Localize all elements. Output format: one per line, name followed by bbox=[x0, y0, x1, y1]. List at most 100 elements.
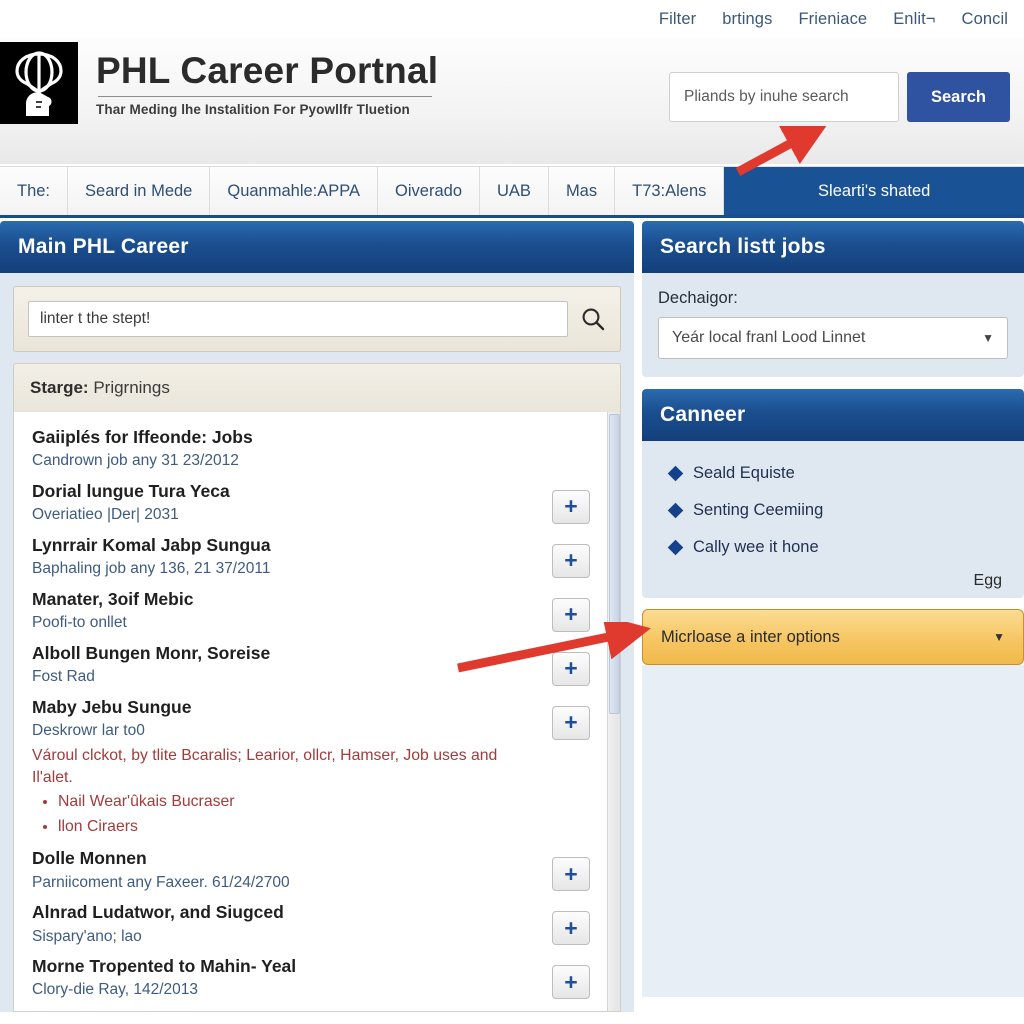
add-job-button[interactable]: + bbox=[552, 911, 590, 946]
career-list: Seald Equiste Senting Ceemiing Cally wee… bbox=[660, 451, 1006, 566]
job-warning-text: Vároul clckot, by tlite Bcaralis; Leario… bbox=[32, 746, 498, 786]
job-list-scrollbar[interactable] bbox=[607, 412, 620, 1011]
job-meta: Overiatieo |Der| 2031 bbox=[32, 506, 179, 524]
content-area: Main PHL Career linter t the stept! Star… bbox=[0, 221, 1024, 1024]
job-row[interactable]: Dehup Job Suingle Friontics Reconsortbo'… bbox=[32, 1009, 602, 1011]
career-note: Egg bbox=[973, 572, 1002, 589]
brand-block: PHL Career Portnal Thar Meding lhe Insta… bbox=[96, 50, 596, 117]
utility-nav: Filter brtings Frieniace Enlit¬ Concil bbox=[0, 0, 1024, 38]
add-job-button[interactable]: + bbox=[552, 597, 590, 632]
inter-options-select[interactable]: Micrloase a inter options ▼ bbox=[642, 609, 1024, 665]
right-column: Search listt jobs Dechaigor: Yeár local … bbox=[642, 221, 1024, 1024]
career-list-item[interactable]: Senting Ceemiing bbox=[660, 492, 1006, 529]
job-row[interactable]: Dolle Monnen Parniicoment any Faxeer. 61… bbox=[32, 847, 602, 893]
career-panel-body: Seald Equiste Senting Ceemiing Cally wee… bbox=[642, 441, 1024, 598]
header-search-group: Pliands by inuhe search Search bbox=[669, 72, 1010, 122]
search-icon[interactable] bbox=[580, 306, 606, 332]
tab-7-active[interactable]: Slearti's shated bbox=[724, 167, 1024, 215]
job-row[interactable]: Alnrad Ludatwor, and Siugced Sispary'ano… bbox=[32, 901, 602, 947]
tab-3[interactable]: Oiverado bbox=[378, 167, 480, 215]
utility-link-1[interactable]: brtings bbox=[722, 10, 772, 29]
header-search-input[interactable]: Pliands by inuhe search bbox=[669, 72, 899, 122]
dechaigor-label: Dechaigor: bbox=[658, 289, 738, 307]
utility-link-4[interactable]: Concil bbox=[962, 10, 1008, 29]
dechaigor-select[interactable]: Yeár local franl Lood Linnet ▼ bbox=[658, 317, 1008, 359]
tab-6[interactable]: T73:Alens bbox=[615, 167, 725, 215]
job-warning-item: Nail Wear'ûkais Bucraser bbox=[58, 790, 538, 814]
job-title: Maby Jebu Sungue bbox=[32, 696, 192, 717]
career-item-label: Seald Equiste bbox=[693, 464, 795, 482]
diamond-bullet-icon bbox=[667, 539, 684, 556]
balloon-head-logo-icon bbox=[0, 42, 78, 124]
utility-link-0[interactable]: Filter bbox=[659, 10, 696, 29]
job-title: Morne Tropented to Mahin- Yeal bbox=[32, 956, 297, 977]
job-title: Dorial lungue Tura Yeca bbox=[32, 480, 230, 501]
brand-subtitle: Thar Meding lhe Instalition For Pyowllfr… bbox=[96, 102, 410, 118]
add-job-button[interactable]: + bbox=[552, 543, 590, 578]
job-title: Gaiiplés for Iffeonde: Jobs bbox=[32, 427, 253, 447]
job-title: Lynrrair Komal Jabp Sungua bbox=[32, 534, 271, 555]
career-item-label: Cally wee it hone bbox=[693, 538, 819, 556]
job-row[interactable]: Dorial lungue Tura Yeca Overiatieo |Der|… bbox=[32, 480, 602, 526]
chevron-down-icon: ▼ bbox=[993, 630, 1005, 644]
utility-link-2[interactable]: Frieniace bbox=[798, 10, 867, 29]
left-search-input[interactable]: linter t the stept! bbox=[28, 301, 568, 337]
add-job-button[interactable]: + bbox=[552, 705, 590, 740]
job-row[interactable]: Morne Tropented to Mahin- Yeal Clory-die… bbox=[32, 955, 602, 1001]
add-job-button[interactable]: + bbox=[552, 651, 590, 686]
career-item-label: Senting Ceemiing bbox=[693, 501, 824, 519]
tab-4[interactable]: UAB bbox=[480, 167, 549, 215]
job-title: Dolle Monnen bbox=[32, 848, 147, 869]
left-search-box: linter t the stept! bbox=[13, 286, 621, 352]
job-list-scrollbar-thumb[interactable] bbox=[609, 414, 620, 714]
job-row[interactable]: Gaiiplés for Iffeonde: Jobs Candrown job… bbox=[32, 426, 602, 472]
job-row[interactable]: Maby Jebu Sungue Deskrowr lar to0 Vároul… bbox=[32, 696, 602, 840]
job-warning-item: llon Ciraers bbox=[58, 815, 538, 839]
job-meta: Parniicoment any Faxeer. 61/24/2700 bbox=[32, 873, 290, 891]
right-column-filler bbox=[642, 665, 1024, 997]
job-row[interactable]: Lynrrair Komal Jabp Sungua Baphaling job… bbox=[32, 534, 602, 580]
job-title: Alboll Bungen Monr, Soreise bbox=[32, 642, 271, 663]
add-job-button[interactable]: + bbox=[552, 489, 590, 524]
stage-label: Starge: bbox=[30, 378, 89, 397]
job-row[interactable]: Alboll Bungen Monr, Soreise Fost Rad + bbox=[32, 642, 602, 688]
job-warning-list: Nail Wear'ûkais Bucraser llon Ciraers bbox=[32, 790, 538, 839]
stage-bar: Starge: Prigrnings bbox=[13, 363, 621, 412]
job-meta: Baphaling job any 136, 21 37/2011 bbox=[32, 560, 271, 578]
job-meta: Fost Rad bbox=[32, 668, 95, 686]
utility-link-3[interactable]: Enlit¬ bbox=[893, 10, 935, 29]
left-panel-header: Main PHL Career bbox=[0, 221, 634, 273]
job-title: Manater, 3oif Mebic bbox=[32, 588, 194, 609]
tab-bar: The: Seard in Mede Quanmahle:APPA Oivera… bbox=[0, 166, 1024, 218]
add-job-button[interactable]: + bbox=[552, 965, 590, 1000]
diamond-bullet-icon bbox=[667, 465, 684, 482]
app-root: Filter brtings Frieniace Enlit¬ Concil P… bbox=[0, 0, 1024, 1024]
career-panel-header: Canneer bbox=[642, 389, 1024, 441]
add-job-button[interactable]: + bbox=[552, 857, 590, 892]
job-meta: Sispary'ano; lao bbox=[32, 927, 142, 945]
tab-1[interactable]: Seard in Mede bbox=[68, 167, 211, 215]
job-title: Alnrad Ludatwor, and Siugced bbox=[32, 902, 284, 923]
career-list-item[interactable]: Cally wee it hone bbox=[660, 529, 1006, 566]
tab-5[interactable]: Mas bbox=[548, 167, 616, 215]
diamond-bullet-icon bbox=[667, 502, 684, 519]
job-list: Gaiiplés for Iffeonde: Jobs Candrown job… bbox=[14, 412, 620, 1011]
job-meta: Clory-die Ray, 142/2013 bbox=[32, 981, 198, 999]
left-column: Main PHL Career linter t the stept! Star… bbox=[0, 221, 634, 1024]
page-title: PHL Career Portnal bbox=[96, 50, 439, 91]
left-panel-body: linter t the stept! Starge: Prigrnings G… bbox=[0, 273, 634, 1012]
tab-0[interactable]: The: bbox=[0, 167, 69, 215]
job-meta: Deskrowr lar to0 bbox=[32, 722, 145, 740]
inter-options-value: Micrloase a inter options bbox=[661, 627, 840, 646]
career-panel: Canneer Seald Equiste Senting Ceemiing C… bbox=[642, 389, 1024, 598]
job-row[interactable]: Manater, 3oif Mebic Poofi-to onllet + bbox=[32, 588, 602, 634]
search-jobs-panel: Search listt jobs Dechaigor: Yeár local … bbox=[642, 221, 1024, 377]
right-panel-header: Search listt jobs bbox=[642, 221, 1024, 273]
tab-2[interactable]: Quanmahle:APPA bbox=[210, 167, 379, 215]
career-list-item[interactable]: Seald Equiste bbox=[660, 455, 1006, 492]
header-search-button[interactable]: Search bbox=[907, 72, 1010, 122]
search-jobs-panel-body: Dechaigor: Yeár local franl Lood Linnet … bbox=[642, 273, 1024, 377]
chevron-down-icon: ▼ bbox=[982, 331, 994, 345]
job-list-container: Gaiiplés for Iffeonde: Jobs Candrown job… bbox=[13, 412, 621, 1012]
masthead: PHL Career Portnal Thar Meding lhe Insta… bbox=[0, 38, 1024, 164]
